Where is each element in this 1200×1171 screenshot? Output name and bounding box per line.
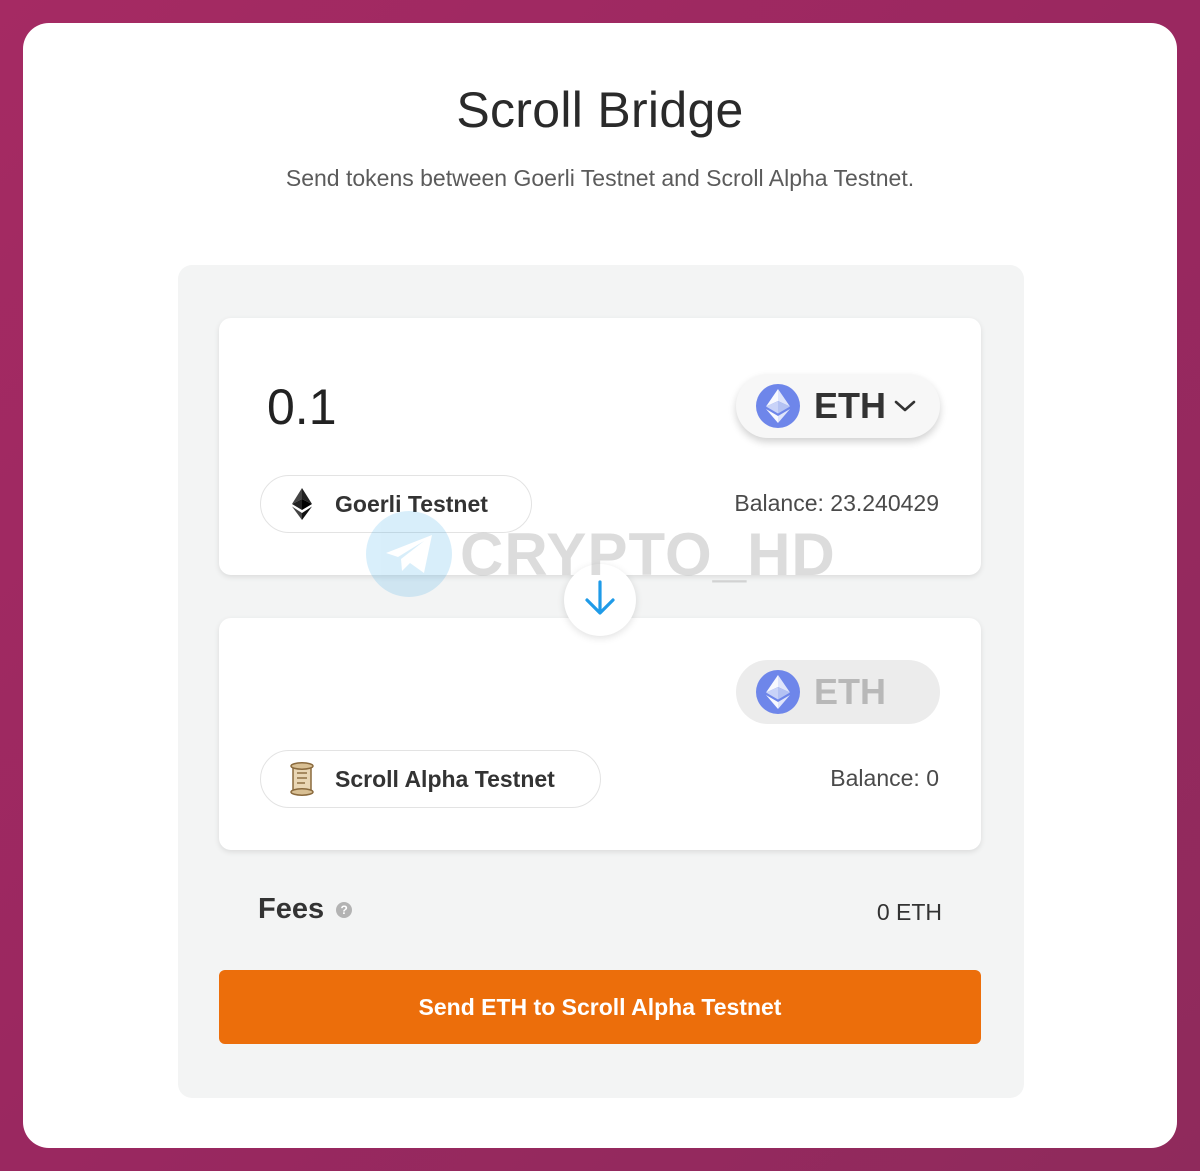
scroll-icon (287, 762, 317, 796)
from-network-label: Goerli Testnet (335, 490, 488, 517)
destination-token-label: ETH (814, 671, 886, 712)
token-select-button[interactable]: ETH (736, 374, 940, 438)
from-balance: Balance: 23.240429 (734, 490, 939, 516)
ethereum-icon (287, 487, 317, 521)
chevron-down-icon (894, 399, 916, 413)
arrow-down-icon (582, 579, 618, 622)
from-network-selector[interactable]: Goerli Testnet (260, 475, 532, 533)
destination-token-display: ETH (736, 660, 940, 724)
swap-direction-button[interactable] (564, 564, 636, 636)
fees-row-label: Fees ? (258, 893, 353, 926)
from-card: 0.1 ETH Goerli Testnet Balance: 23.24042… (219, 318, 981, 575)
fees-value: 0 ETH (876, 899, 942, 925)
page-subtitle: Send tokens between Goerli Testnet and S… (285, 165, 915, 191)
amount-input[interactable]: 0.1 (267, 378, 337, 436)
fees-label: Fees (258, 893, 325, 925)
to-network-selector[interactable]: Scroll Alpha Testnet (260, 750, 601, 808)
token-label: ETH (814, 385, 886, 426)
ethereum-icon (756, 670, 800, 714)
to-network-label: Scroll Alpha Testnet (335, 765, 555, 792)
bridge-window: Scroll Bridge Send tokens between Goerli… (23, 23, 1177, 1148)
bridge-panel: 0.1 ETH Goerli Testnet Balance: 23.24042… (178, 265, 1024, 1098)
send-button[interactable]: Send ETH to Scroll Alpha Testnet (219, 970, 981, 1044)
help-icon[interactable]: ? (336, 901, 353, 918)
to-card: ETH Scroll Alpha Testnet Balance: 0 (219, 618, 981, 850)
to-balance: Balance: 0 (830, 765, 939, 791)
ethereum-icon (756, 384, 800, 428)
page-title: Scroll Bridge (456, 82, 744, 138)
